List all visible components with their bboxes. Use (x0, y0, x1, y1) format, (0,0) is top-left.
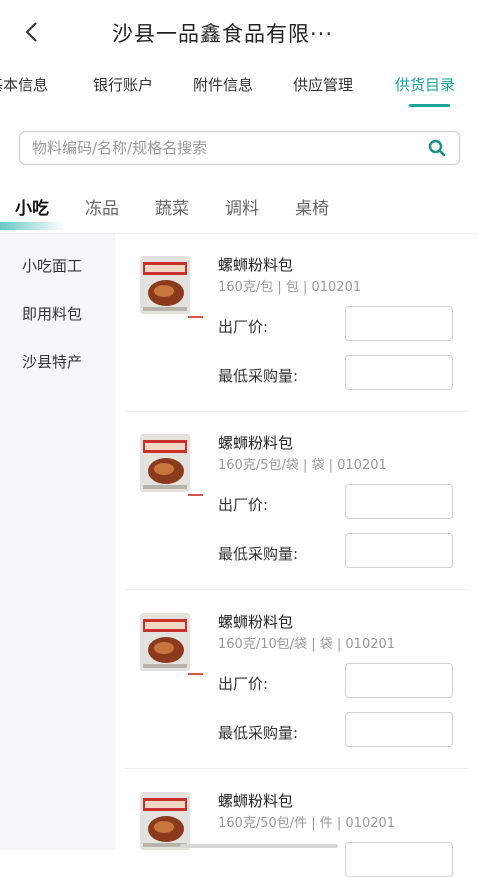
product-name: 螺蛳粉料包 (218, 792, 294, 810)
min-qty-label: 最低采购量: (218, 367, 299, 385)
price-input[interactable] (345, 484, 453, 519)
product-spec: 160克/包 | 包 | 010201 (218, 280, 362, 295)
min-qty-input[interactable] (345, 712, 453, 747)
tab-basic-info[interactable]: 基本信息 (0, 74, 48, 95)
search-bar (19, 131, 460, 165)
tab-attachments[interactable]: 附件信息 (193, 74, 253, 95)
category-tabs: 小吃 冻品 蔬菜 调料 桌椅 (0, 186, 478, 230)
sidebar: 小吃面工 即用料包 沙县特产 (0, 234, 115, 850)
tab-bank-account[interactable]: 银行账户 (93, 74, 153, 95)
search-icon[interactable] (427, 138, 447, 158)
product-spec: 160克/10包/袋 | 袋 | 010201 (218, 637, 396, 652)
price-input[interactable] (345, 663, 453, 698)
min-qty-label: 最低采购量: (218, 724, 299, 742)
price-label: 出厂价: (218, 675, 269, 693)
page-title: 沙县一品鑫食品有限··· (112, 22, 334, 46)
product-image (140, 792, 190, 850)
product-image (140, 434, 190, 492)
chevron-left-icon[interactable] (20, 18, 44, 46)
product-image (140, 256, 190, 314)
product-name: 螺蛳粉料包 (218, 613, 294, 631)
min-qty-input[interactable] (345, 355, 453, 390)
sidebar-item-local-specialties[interactable]: 沙县特产 (22, 351, 82, 372)
red-mark (188, 316, 203, 318)
search-input[interactable] (32, 132, 412, 164)
category-vegetables[interactable]: 蔬菜 (155, 194, 189, 219)
product-list: 螺蛳粉料包 160克/包 | 包 | 010201 出厂价: 最低采购量: 螺蛳… (125, 234, 468, 877)
active-tab-indicator (409, 104, 450, 107)
product-card: 螺蛳粉料包 160克/50包/件 | 件 | 010201 (125, 770, 468, 877)
product-card: 螺蛳粉料包 160克/5包/袋 | 袋 | 010201 出厂价: 最低采购量: (125, 412, 468, 590)
sidebar-item-ready-packs[interactable]: 即用料包 (22, 303, 82, 324)
active-category-indicator (0, 222, 66, 230)
min-qty-input[interactable] (345, 533, 453, 568)
price-input[interactable] (345, 842, 453, 877)
product-name: 螺蛳粉料包 (218, 434, 294, 452)
price-label: 出厂价: (218, 496, 269, 514)
min-qty-label: 最低采购量: (218, 545, 299, 563)
header: 沙县一品鑫食品有限··· (0, 0, 478, 62)
tab-supply-catalog[interactable]: 供货目录 (395, 74, 455, 95)
red-mark (188, 673, 203, 675)
category-furniture[interactable]: 桌椅 (295, 194, 329, 219)
price-label: 出厂价: (218, 318, 269, 336)
tab-supply-management[interactable]: 供应管理 (293, 74, 353, 95)
product-name: 螺蛳粉料包 (218, 256, 294, 274)
product-card: 螺蛳粉料包 160克/10包/袋 | 袋 | 010201 出厂价: 最低采购量… (125, 591, 468, 769)
tab-bar: 基本信息 银行账户 附件信息 供应管理 供货目录 (0, 62, 478, 110)
price-input[interactable] (345, 306, 453, 341)
category-snacks[interactable]: 小吃 (15, 194, 49, 219)
scroll-indicator (180, 844, 338, 848)
sidebar-item-snack-noodles[interactable]: 小吃面工 (22, 255, 82, 276)
red-mark (188, 494, 203, 496)
product-spec: 160克/50包/件 | 件 | 010201 (218, 816, 396, 831)
category-frozen[interactable]: 冻品 (85, 194, 119, 219)
product-card: 螺蛳粉料包 160克/包 | 包 | 010201 出厂价: 最低采购量: (125, 234, 468, 412)
product-image (140, 613, 190, 671)
product-spec: 160克/5包/袋 | 袋 | 010201 (218, 458, 387, 473)
category-seasoning[interactable]: 调料 (225, 194, 259, 219)
